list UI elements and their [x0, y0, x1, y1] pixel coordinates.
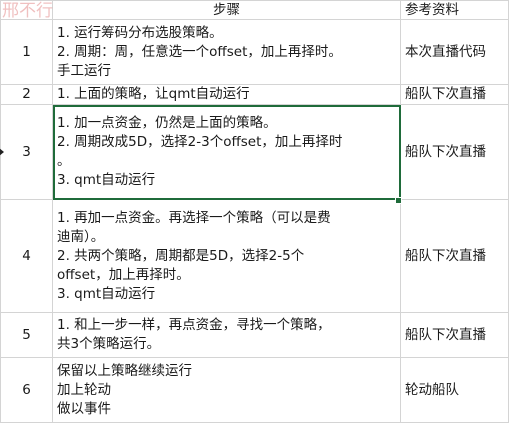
step-line: 1. 运行筹码分布选股策略。 [57, 24, 223, 41]
step-line: 做以事件 [57, 400, 111, 417]
header-cell-steps[interactable]: 步骤 [52, 0, 401, 20]
table-row: 4 1. 再加一点资金。再选择一个策略（可以是费 迪南）。 2. 共两个策略，周… [0, 199, 509, 313]
cell-steps[interactable]: 保留以上策略继续运行 加上轮动 做以事件 [52, 357, 401, 423]
fill-handle[interactable] [395, 197, 402, 204]
cell-ref[interactable]: 船队下次直播 [400, 104, 509, 200]
step-line: 1. 加一点资金，仍然是上面的策略。 [57, 115, 277, 131]
step-line: offset，加上再择时。 [57, 266, 190, 283]
step-line: 1. 再加一点资金。再选择一个策略（可以是费 [57, 209, 331, 226]
step-line: 2. 周期改成5D，选择2-3个offset，加上再择时 [57, 134, 343, 150]
step-line: 手工运行 [57, 62, 111, 79]
row-pointer-icon [0, 148, 4, 156]
header-cell-ref[interactable]: 参考资料 [400, 0, 509, 20]
cell-num[interactable]: 4 [0, 199, 53, 313]
cell-num[interactable]: 3 [0, 104, 53, 200]
cell-ref[interactable]: 本次直播代码 [400, 19, 509, 85]
step-line: 2. 共两个策略，周期都是5D，选择2-5个 [57, 247, 305, 264]
step-line: 共3个策略运行。 [57, 336, 161, 352]
cell-ref[interactable]: 船队下次直播 [400, 312, 509, 358]
table-row: 3 1. 加一点资金，仍然是上面的策略。 2. 周期改成5D，选择2-3个off… [0, 104, 509, 200]
step-line: 1. 和上一步一样，再点资金，寻找一个策略， [57, 317, 331, 333]
step-line: 保留以上策略继续运行 [57, 362, 192, 379]
cell-steps[interactable]: 1. 运行筹码分布选股策略。 2. 周期：周，任意选一个offset，加上再择时… [52, 19, 401, 85]
cell-num[interactable]: 2 [0, 84, 53, 105]
step-line: 2. 周期：周，任意选一个offset，加上再择时。 [57, 43, 342, 60]
step-line: 3. qmt自动运行 [57, 285, 156, 302]
header-cell-num[interactable] [0, 0, 53, 20]
step-line: 加上轮动 [57, 381, 111, 398]
step-line: 迪南）。 [57, 228, 105, 245]
table-row: 1 1. 运行筹码分布选股策略。 2. 周期：周，任意选一个offset，加上再… [0, 19, 509, 85]
cell-num[interactable]: 1 [0, 19, 53, 85]
cell-steps[interactable]: 1. 上面的策略，让qmt自动运行 [52, 84, 401, 105]
cell-ref[interactable]: 船队下次直播 [400, 84, 509, 105]
header-row: 步骤 参考资料 [0, 0, 509, 20]
step-line: 3. qmt自动运行 [57, 172, 156, 188]
table-row: 5 1. 和上一步一样，再点资金，寻找一个策略， 共3个策略运行。 船队下次直播 [0, 312, 509, 358]
cell-steps[interactable]: 1. 和上一步一样，再点资金，寻找一个策略， 共3个策略运行。 [52, 312, 401, 358]
cell-steps[interactable]: 1. 再加一点资金。再选择一个策略（可以是费 迪南）。 2. 共两个策略，周期都… [52, 199, 401, 313]
table-row: 2 1. 上面的策略，让qmt自动运行 船队下次直播 [0, 84, 509, 105]
table-row: 6 保留以上策略继续运行 加上轮动 做以事件 轮动船队 [0, 357, 509, 423]
step-line: 1. 上面的策略，让qmt自动运行 [57, 86, 250, 102]
step-line: 。 [57, 153, 71, 169]
spreadsheet: 步骤 参考资料 1 1. 运行筹码分布选股策略。 2. 周期：周，任意选一个of… [0, 0, 515, 434]
plan-table: 步骤 参考资料 1 1. 运行筹码分布选股策略。 2. 周期：周，任意选一个of… [0, 0, 509, 423]
cell-ref[interactable]: 船队下次直播 [400, 199, 509, 313]
cell-steps-selected[interactable]: 1. 加一点资金，仍然是上面的策略。 2. 周期改成5D，选择2-3个offse… [52, 104, 401, 200]
cell-num[interactable]: 6 [0, 357, 53, 423]
cell-num[interactable]: 5 [0, 312, 53, 358]
cell-ref[interactable]: 轮动船队 [400, 357, 509, 423]
